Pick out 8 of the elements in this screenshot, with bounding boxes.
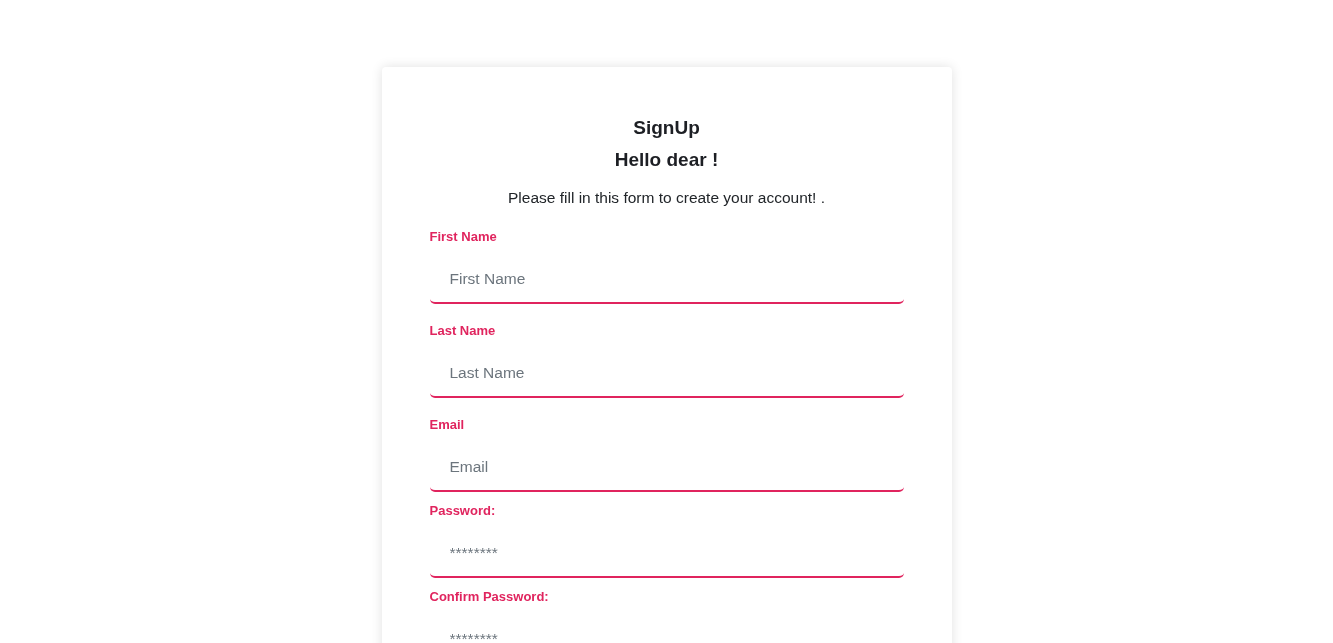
field-label: Email <box>429 417 465 433</box>
intro-text: Please fill in this form to create your account! . <box>507 188 826 208</box>
form-title: SignUp <box>632 116 701 139</box>
field-label: First Name <box>429 229 497 245</box>
greeting-heading: Hello dear ! <box>613 148 720 171</box>
field-label: Last Name <box>429 323 496 339</box>
field-label: Password: <box>429 503 496 519</box>
field-label: Confirm Password: <box>429 589 549 605</box>
